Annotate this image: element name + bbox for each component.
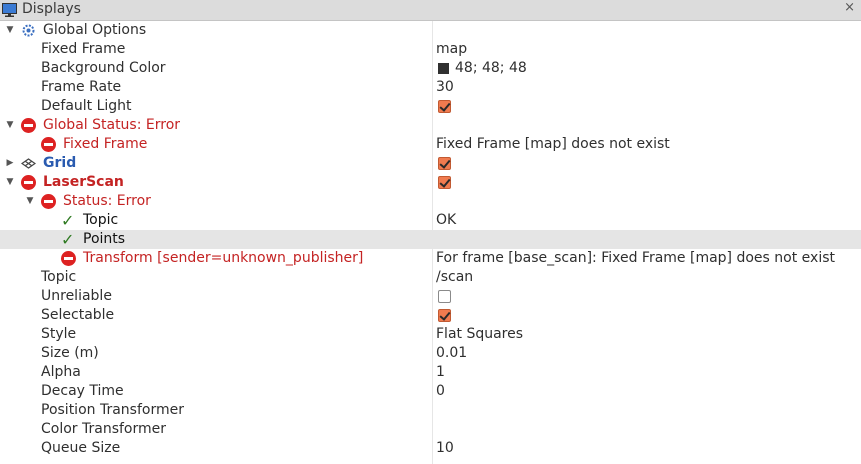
error-icon xyxy=(61,251,76,266)
style-value[interactable]: Flat Squares xyxy=(436,325,523,344)
fixed-frame-value[interactable]: map xyxy=(436,40,467,59)
selectable-label: Selectable xyxy=(41,307,115,323)
laserscan-status-label: Status: Error xyxy=(63,193,151,209)
decay-time-value[interactable]: 0 xyxy=(436,382,445,401)
global-status-row[interactable]: ▼ Global Status: Error xyxy=(0,116,861,135)
unreliable-checkbox[interactable] xyxy=(438,290,451,303)
panel-title: Displays xyxy=(22,1,81,17)
topic-value[interactable]: /scan xyxy=(436,268,473,287)
alpha-label: Alpha xyxy=(41,364,81,380)
status-transform-value: For frame [base_scan]: Fixed Frame [map]… xyxy=(436,250,835,266)
background-color-label: Background Color xyxy=(41,60,166,76)
queue-size-row[interactable]: Queue Size 10 xyxy=(0,439,861,458)
position-transformer-row[interactable]: Position Transformer xyxy=(0,401,861,420)
status-transform-label: Transform [sender=unknown_publisher] xyxy=(83,250,364,266)
error-icon xyxy=(41,137,56,152)
grid-row[interactable]: ▶ Grid xyxy=(0,154,861,173)
queue-size-value[interactable]: 10 xyxy=(436,439,454,458)
style-row[interactable]: Style Flat Squares xyxy=(0,325,861,344)
expand-arrow-icon[interactable]: ▼ xyxy=(5,21,15,40)
selectable-checkbox[interactable] xyxy=(438,309,451,322)
laserscan-row[interactable]: ▼ LaserScan xyxy=(0,173,861,192)
status-fixed-frame-label: Fixed Frame xyxy=(63,136,148,152)
size-label: Size (m) xyxy=(41,345,99,361)
default-light-row[interactable]: Default Light xyxy=(0,97,861,116)
ok-check-icon: ✓ xyxy=(61,230,75,249)
expand-arrow-icon[interactable]: ▼ xyxy=(5,116,15,135)
color-transformer-label: Color Transformer xyxy=(41,421,167,437)
size-row[interactable]: Size (m) 0.01 xyxy=(0,344,861,363)
expand-arrow-icon[interactable]: ▼ xyxy=(25,192,35,211)
alpha-value[interactable]: 1 xyxy=(436,363,445,382)
panel-titlebar: Displays × xyxy=(0,0,861,21)
status-transform-row[interactable]: Transform [sender=unknown_publisher] For… xyxy=(0,249,861,268)
unreliable-row[interactable]: Unreliable xyxy=(0,287,861,306)
alpha-row[interactable]: Alpha 1 xyxy=(0,363,861,382)
status-topic-value: OK xyxy=(436,212,457,228)
status-points-label: Points xyxy=(83,231,126,247)
status-topic-row[interactable]: ✓ Topic OK xyxy=(0,211,861,230)
global-status-fixed-frame-row[interactable]: Fixed Frame Fixed Frame [map] does not e… xyxy=(0,135,861,154)
topic-row[interactable]: Topic /scan xyxy=(0,268,861,287)
color-swatch[interactable] xyxy=(438,63,449,74)
laserscan-checkbox[interactable] xyxy=(438,176,451,189)
status-fixed-frame-value: Fixed Frame [map] does not exist xyxy=(436,136,670,152)
error-icon xyxy=(21,118,36,133)
decay-time-label: Decay Time xyxy=(41,383,124,399)
laserscan-label: LaserScan xyxy=(43,174,124,190)
background-color-row[interactable]: Background Color 48; 48; 48 xyxy=(0,59,861,78)
fixed-frame-row[interactable]: Fixed Frame map xyxy=(0,40,861,59)
error-icon xyxy=(41,194,56,209)
background-color-value[interactable]: 48; 48; 48 xyxy=(455,59,527,78)
default-light-label: Default Light xyxy=(41,98,132,114)
style-label: Style xyxy=(41,326,77,342)
unreliable-label: Unreliable xyxy=(41,288,112,304)
fixed-frame-label: Fixed Frame xyxy=(41,41,126,57)
frame-rate-label: Frame Rate xyxy=(41,79,122,95)
size-value[interactable]: 0.01 xyxy=(436,344,467,363)
collapse-arrow-icon[interactable]: ▶ xyxy=(5,154,15,173)
position-transformer-label: Position Transformer xyxy=(41,402,184,418)
topic-label: Topic xyxy=(41,269,77,285)
gear-icon xyxy=(22,24,35,37)
decay-time-row[interactable]: Decay Time 0 xyxy=(0,382,861,401)
global-options-row[interactable]: ▼ Global Options xyxy=(0,21,861,40)
status-points-row[interactable]: ✓ Points xyxy=(0,230,861,249)
selectable-row[interactable]: Selectable xyxy=(0,306,861,325)
grid-label: Grid xyxy=(43,155,77,171)
monitor-icon xyxy=(2,3,17,17)
color-transformer-row[interactable]: Color Transformer xyxy=(0,420,861,439)
global-status-label: Global Status: Error xyxy=(43,117,181,133)
queue-size-label: Queue Size xyxy=(41,440,121,456)
grid-checkbox[interactable] xyxy=(438,157,451,170)
grid-icon xyxy=(21,158,36,169)
laserscan-status-row[interactable]: ▼ Status: Error xyxy=(0,192,861,211)
expand-arrow-icon[interactable]: ▼ xyxy=(5,173,15,192)
close-icon[interactable]: × xyxy=(844,0,855,15)
status-topic-label: Topic xyxy=(83,212,119,228)
frame-rate-row[interactable]: Frame Rate 30 xyxy=(0,78,861,97)
displays-tree: ▼ Global Options Fixed Frame map Backgro… xyxy=(0,21,861,458)
default-light-checkbox[interactable] xyxy=(438,100,451,113)
error-icon xyxy=(21,175,36,190)
ok-check-icon: ✓ xyxy=(61,211,75,230)
global-options-label: Global Options xyxy=(43,22,147,38)
frame-rate-value[interactable]: 30 xyxy=(436,78,454,97)
